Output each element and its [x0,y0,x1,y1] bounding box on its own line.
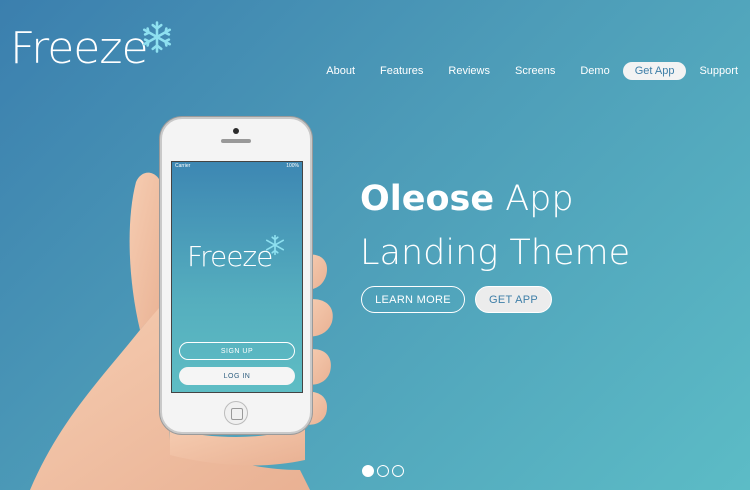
nav-get-app[interactable]: Get App [622,62,687,80]
site-logo[interactable]: Freeze [10,21,174,76]
get-app-button[interactable]: GET APP [475,286,552,313]
slider-pagination [362,465,404,477]
phone-mockup: Carrier 100% Freeze SIGN UP LOG IN [160,117,312,434]
slider-dot[interactable] [362,465,374,477]
main-nav: About Features Reviews Screens Demo Get … [313,60,750,82]
hero-title-rest: App [494,179,574,219]
logo-text: Freeze [10,23,149,74]
camera-icon [233,128,239,134]
slider-dot[interactable] [392,465,404,477]
carrier-label: Carrier [175,163,191,169]
nav-features[interactable]: Features [368,62,435,80]
nav-about[interactable]: About [314,62,367,80]
sign-up-button: SIGN UP [179,342,295,360]
slider-dot[interactable] [377,465,389,477]
hero-title-bold: Oleose [360,179,495,219]
hero-title: Oleose App Landing Theme [360,172,630,280]
hero-title-line2: Landing Theme [360,233,631,273]
snowflake-icon [265,234,285,256]
home-button [224,401,248,425]
battery-label: 100% [286,163,299,169]
snowflake-icon [142,21,171,53]
nav-screens[interactable]: Screens [503,62,567,80]
nav-reviews[interactable]: Reviews [436,62,502,80]
nav-support[interactable]: Support [687,62,750,80]
phone-status-bar: Carrier 100% [172,162,302,170]
learn-more-button[interactable]: LEARN MORE [361,286,465,313]
app-logo: Freeze [187,240,273,273]
speaker-grille [221,139,251,143]
phone-screen: Carrier 100% Freeze SIGN UP LOG IN [171,161,303,393]
nav-demo[interactable]: Demo [568,62,621,80]
log-in-button: LOG IN [179,367,295,385]
